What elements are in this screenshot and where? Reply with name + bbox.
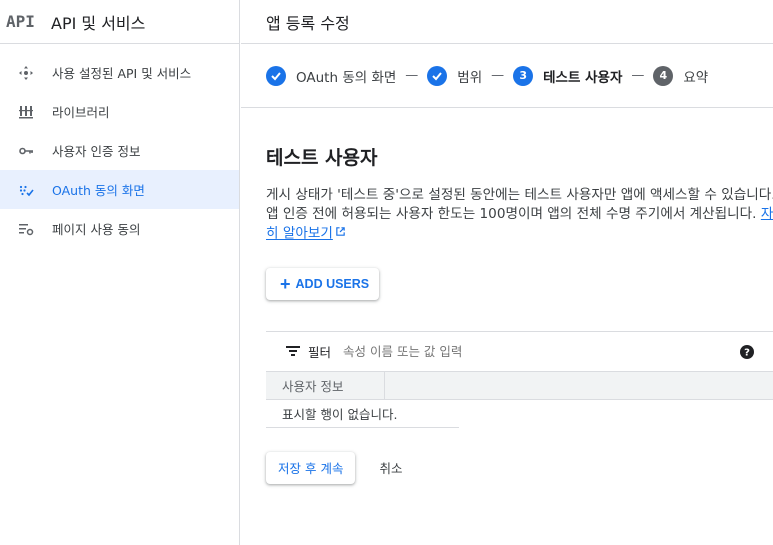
key-icon — [0, 143, 52, 159]
add-users-label: ADD USERS — [295, 276, 370, 291]
sidebar-item-label: 라이브러리 — [52, 105, 110, 120]
save-and-continue-button[interactable]: 저장 후 계속 — [266, 451, 356, 484]
cancel-button[interactable]: 취소 — [379, 458, 402, 477]
content: 테스트 사용자 게시 상태가 '테스트 중'으로 설정된 동안에는 테스트 사용… — [241, 143, 773, 484]
description-text: 게시 상태가 '테스트 중'으로 설정된 동안에는 테스트 사용자만 앱에 액세… — [266, 187, 773, 222]
sidebar-item-enabled-apis[interactable]: 사용 설정된 API 및 서비스 — [0, 53, 239, 92]
main-panel: 앱 등록 수정 OAuth 동의 화면 — 범위 — 3 테스트 사용자 — 4… — [241, 0, 773, 545]
step-summary[interactable]: 4 요약 — [653, 65, 709, 86]
table-header-row: 사용자 정보 — [266, 370, 773, 400]
api-logo: API — [6, 12, 35, 31]
filter-input[interactable] — [343, 343, 644, 359]
sidebar-title[interactable]: API 및 서비스 — [51, 10, 145, 34]
section-description: 게시 상태가 '테스트 중'으로 설정된 동안에는 테스트 사용자만 앱에 액세… — [266, 186, 773, 244]
section-title: 테스트 사용자 — [266, 147, 378, 169]
sidebar-item-page-usage[interactable]: 페이지 사용 동의 — [0, 209, 239, 248]
sidebar-item-credentials[interactable]: 사용자 인증 정보 — [0, 131, 239, 170]
svg-text:?: ? — [744, 347, 750, 358]
column-header-user-info[interactable]: 사용자 정보 — [266, 371, 385, 399]
sidebar-item-oauth-consent[interactable]: OAuth 동의 화면 — [0, 170, 239, 209]
step-label: 테스트 사용자 — [543, 69, 623, 86]
help-icon[interactable]: ? — [740, 344, 754, 363]
step-test-users[interactable]: 3 테스트 사용자 — [513, 65, 623, 86]
step-label: 범위 — [457, 69, 483, 86]
sidebar-item-label: OAuth 동의 화면 — [52, 183, 145, 198]
stepper: OAuth 동의 화면 — 범위 — 3 테스트 사용자 — 4 요약 — [241, 44, 773, 108]
sidebar: API API 및 서비스 사용 설정된 API 및 서비스 라이브러리 사용자… — [0, 0, 240, 545]
step-number: 4 — [653, 65, 674, 86]
sidebar-item-label: 사용자 인증 정보 — [52, 144, 141, 159]
step-number: 3 — [513, 65, 534, 86]
filter-icon[interactable] — [286, 342, 300, 361]
oauth-consent-icon — [0, 182, 52, 198]
step-label: 요약 — [683, 69, 709, 86]
check-circle-icon — [266, 65, 286, 86]
step-scopes[interactable]: 범위 — [427, 65, 483, 86]
step-label: OAuth 동의 화면 — [296, 69, 397, 86]
sidebar-header: API API 및 서비스 — [0, 0, 239, 44]
filter-bar: 필터 ? — [266, 330, 773, 371]
external-link-icon — [335, 224, 346, 243]
check-circle-icon — [427, 65, 448, 86]
page-usage-icon — [0, 221, 52, 237]
sidebar-item-label: 페이지 사용 동의 — [52, 222, 141, 237]
filter-label: 필터 — [308, 344, 332, 360]
sidebar-item-library[interactable]: 라이브러리 — [0, 92, 239, 131]
users-table: 필터 ? 사용자 정보 표시할 행이 없습니다. — [266, 330, 773, 428]
empty-message: 표시할 행이 없습니다. — [266, 400, 459, 428]
step-oauth-consent[interactable]: OAuth 동의 화면 — [266, 65, 397, 86]
main-header: 앱 등록 수정 — [241, 0, 773, 44]
enabled-apis-icon — [0, 65, 52, 81]
sidebar-item-label: 사용 설정된 API 및 서비스 — [52, 66, 192, 81]
add-users-button[interactable]: + ADD USERS — [266, 267, 379, 300]
plus-icon: + — [280, 273, 291, 294]
step-separator: — — [405, 68, 419, 83]
sidebar-nav: 사용 설정된 API 및 서비스 라이브러리 사용자 인증 정보 OAuth 동… — [0, 53, 239, 248]
form-actions: 저장 후 계속 취소 — [266, 451, 773, 484]
page-title: 앱 등록 수정 — [266, 13, 350, 33]
step-separator: — — [631, 68, 645, 83]
step-separator: — — [491, 68, 505, 83]
library-icon — [0, 104, 52, 120]
